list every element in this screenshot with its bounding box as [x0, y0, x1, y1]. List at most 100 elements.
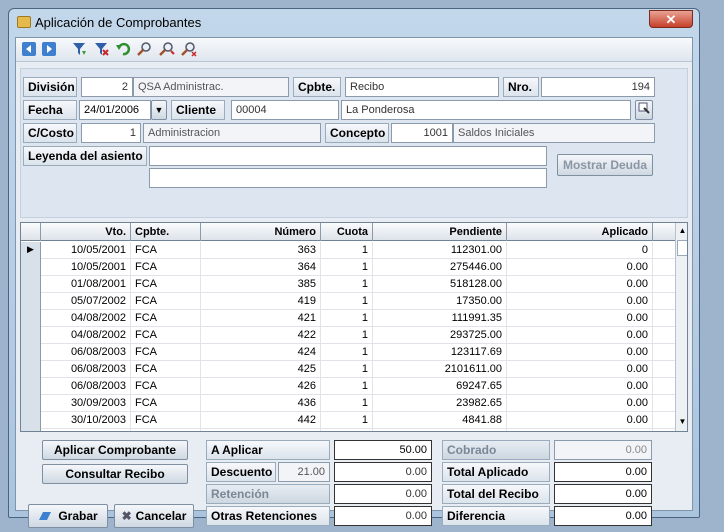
column-header-pendiente[interactable]: Pendiente: [373, 223, 507, 241]
table-row[interactable]: 31/12/2003FCA44614499.000.00: [21, 429, 675, 431]
table-row[interactable]: 01/08/2001 FCA 385 1 518128.00 0.00: [21, 276, 675, 293]
cell-aplicado[interactable]: 0.00: [507, 344, 653, 361]
arrow-right-icon[interactable]: [40, 41, 58, 59]
cell-cpbte: FCA: [131, 344, 201, 361]
row-indicator[interactable]: [21, 361, 41, 378]
table-row[interactable]: ▶ 10/05/2001 FCA 363 1 112301.00 0: [21, 242, 675, 259]
total-aplicado-field: 0.00: [554, 462, 652, 482]
cancelar-button[interactable]: ✖ Cancelar: [114, 504, 194, 528]
cell-aplicado[interactable]: 0.00: [507, 361, 653, 378]
scroll-down-icon[interactable]: ▼: [677, 415, 687, 429]
mostrar-deuda-button[interactable]: Mostrar Deuda: [557, 154, 653, 176]
close-button[interactable]: ✕: [649, 10, 693, 28]
ccosto-label: C/Costo: [23, 123, 77, 143]
cliente-lookup-button[interactable]: [635, 100, 653, 120]
fecha-field[interactable]: 24/01/2006: [79, 100, 151, 120]
nro-field[interactable]: 194: [541, 77, 655, 97]
concepto-label: Concepto: [325, 123, 389, 143]
cell-aplicado[interactable]: 0.00: [507, 310, 653, 327]
cell-aplicado[interactable]: 0.00: [507, 412, 653, 429]
cell-aplicado[interactable]: 0.00: [507, 429, 653, 431]
cell-vto: 06/08/2003: [41, 344, 131, 361]
column-header-cpbte[interactable]: Cpbte.: [131, 223, 201, 241]
scroll-up-icon[interactable]: ▲: [677, 224, 687, 238]
table-row[interactable]: 06/08/2003 FCA 425 1 2101611.00 0.00: [21, 361, 675, 378]
cell-pendiente: 293725.00: [373, 327, 507, 344]
cell-aplicado[interactable]: 0.00: [507, 276, 653, 293]
row-indicator[interactable]: [21, 378, 41, 395]
row-indicator[interactable]: [21, 259, 41, 276]
table-row[interactable]: 04/08/2002 FCA 421 1 111991.35 0.00: [21, 310, 675, 327]
retencion-label: Retención: [206, 484, 330, 504]
leyenda-line2-field[interactable]: [149, 168, 547, 188]
window-title: Aplicación de Comprobantes: [35, 15, 202, 30]
grid-header: Vto. Cpbte. Número Cuota Pendiente Aplic…: [21, 223, 675, 241]
cell-cpbte: FCA: [131, 378, 201, 395]
column-header-cuota[interactable]: Cuota: [321, 223, 373, 241]
leyenda-line1-field[interactable]: [149, 146, 547, 166]
a-aplicar-field[interactable]: 50.00: [334, 440, 432, 460]
cell-cuota: 1: [321, 293, 373, 310]
cliente-name-field: La Ponderosa: [341, 100, 631, 120]
cell-cpbte: FCA: [131, 395, 201, 412]
toolbar: [16, 38, 692, 62]
cell-aplicado[interactable]: 0: [507, 242, 653, 259]
fecha-dropdown-button[interactable]: ▼: [151, 100, 167, 120]
total-aplicado-label: Total Aplicado: [442, 462, 550, 482]
cell-aplicado[interactable]: 0.00: [507, 293, 653, 310]
retencion-field[interactable]: 0.00: [334, 484, 432, 504]
column-header-vto[interactable]: Vto.: [41, 223, 131, 241]
column-header-numero[interactable]: Número: [201, 223, 321, 241]
row-indicator[interactable]: [21, 344, 41, 361]
concepto-code-field[interactable]: 1001: [391, 123, 453, 143]
table-row[interactable]: 30/10/2003 FCA 442 1 4841.88 0.00: [21, 412, 675, 429]
scroll-thumb[interactable]: [677, 240, 687, 256]
ccosto-code-field[interactable]: 1: [81, 123, 141, 143]
table-row[interactable]: 10/05/2001 FCA 364 1 275446.00 0.00: [21, 259, 675, 276]
row-indicator[interactable]: [21, 310, 41, 327]
cancelar-label: Cancelar: [135, 509, 187, 523]
descuento-percent-field[interactable]: 21.00: [278, 462, 330, 482]
search-next-icon[interactable]: [158, 41, 176, 59]
cpbte-field[interactable]: Recibo: [345, 77, 499, 97]
grid-scrollbar[interactable]: ▲ ▼: [675, 223, 687, 431]
consultar-recibo-button[interactable]: Consultar Recibo: [42, 464, 188, 484]
filter-clear-icon[interactable]: [92, 41, 110, 59]
row-indicator[interactable]: [21, 327, 41, 344]
cell-vto: 06/08/2003: [41, 361, 131, 378]
table-row[interactable]: 05/07/2002 FCA 419 1 17350.00 0.00: [21, 293, 675, 310]
cliente-code-field[interactable]: 00004: [231, 100, 339, 120]
division-code-field[interactable]: 2: [81, 77, 133, 97]
search-icon[interactable]: [136, 41, 154, 59]
column-header-aplicado[interactable]: Aplicado: [507, 223, 653, 241]
cliente-label: Cliente: [171, 100, 225, 120]
descuento-field[interactable]: 0.00: [334, 462, 432, 482]
table-row[interactable]: 30/09/2003 FCA 436 1 23982.65 0.00: [21, 395, 675, 412]
row-indicator[interactable]: [21, 412, 41, 429]
cobrado-label: Cobrado: [442, 440, 550, 460]
row-indicator[interactable]: [21, 429, 41, 431]
search-clear-icon[interactable]: [180, 41, 198, 59]
cell-pendiente: 4841.88: [373, 412, 507, 429]
row-indicator[interactable]: [21, 395, 41, 412]
grabar-button[interactable]: Grabar: [28, 504, 108, 528]
cell-cpbte: FCA: [131, 361, 201, 378]
table-row[interactable]: 04/08/2002 FCA 422 1 293725.00 0.00: [21, 327, 675, 344]
cell-aplicado[interactable]: 0.00: [507, 378, 653, 395]
otras-retenciones-field[interactable]: 0.00: [334, 506, 432, 526]
cell-aplicado[interactable]: 0.00: [507, 395, 653, 412]
concepto-name-field: Saldos Iniciales: [453, 123, 655, 143]
cobrado-field: 0.00: [554, 440, 652, 460]
filter-down-icon[interactable]: [70, 41, 88, 59]
aplicar-comprobante-button[interactable]: Aplicar Comprobante: [42, 440, 188, 460]
table-row[interactable]: 06/08/2003 FCA 424 1 123117.69 0.00: [21, 344, 675, 361]
row-indicator[interactable]: [21, 293, 41, 310]
row-indicator[interactable]: [21, 276, 41, 293]
table-row[interactable]: 06/08/2003 FCA 426 1 69247.65 0.00: [21, 378, 675, 395]
arrow-left-icon[interactable]: [20, 41, 38, 59]
undo-icon[interactable]: [114, 41, 132, 59]
cell-cpbte: FCA: [131, 327, 201, 344]
cell-aplicado[interactable]: 0.00: [507, 259, 653, 276]
cell-aplicado[interactable]: 0.00: [507, 327, 653, 344]
row-indicator[interactable]: ▶: [21, 242, 41, 259]
